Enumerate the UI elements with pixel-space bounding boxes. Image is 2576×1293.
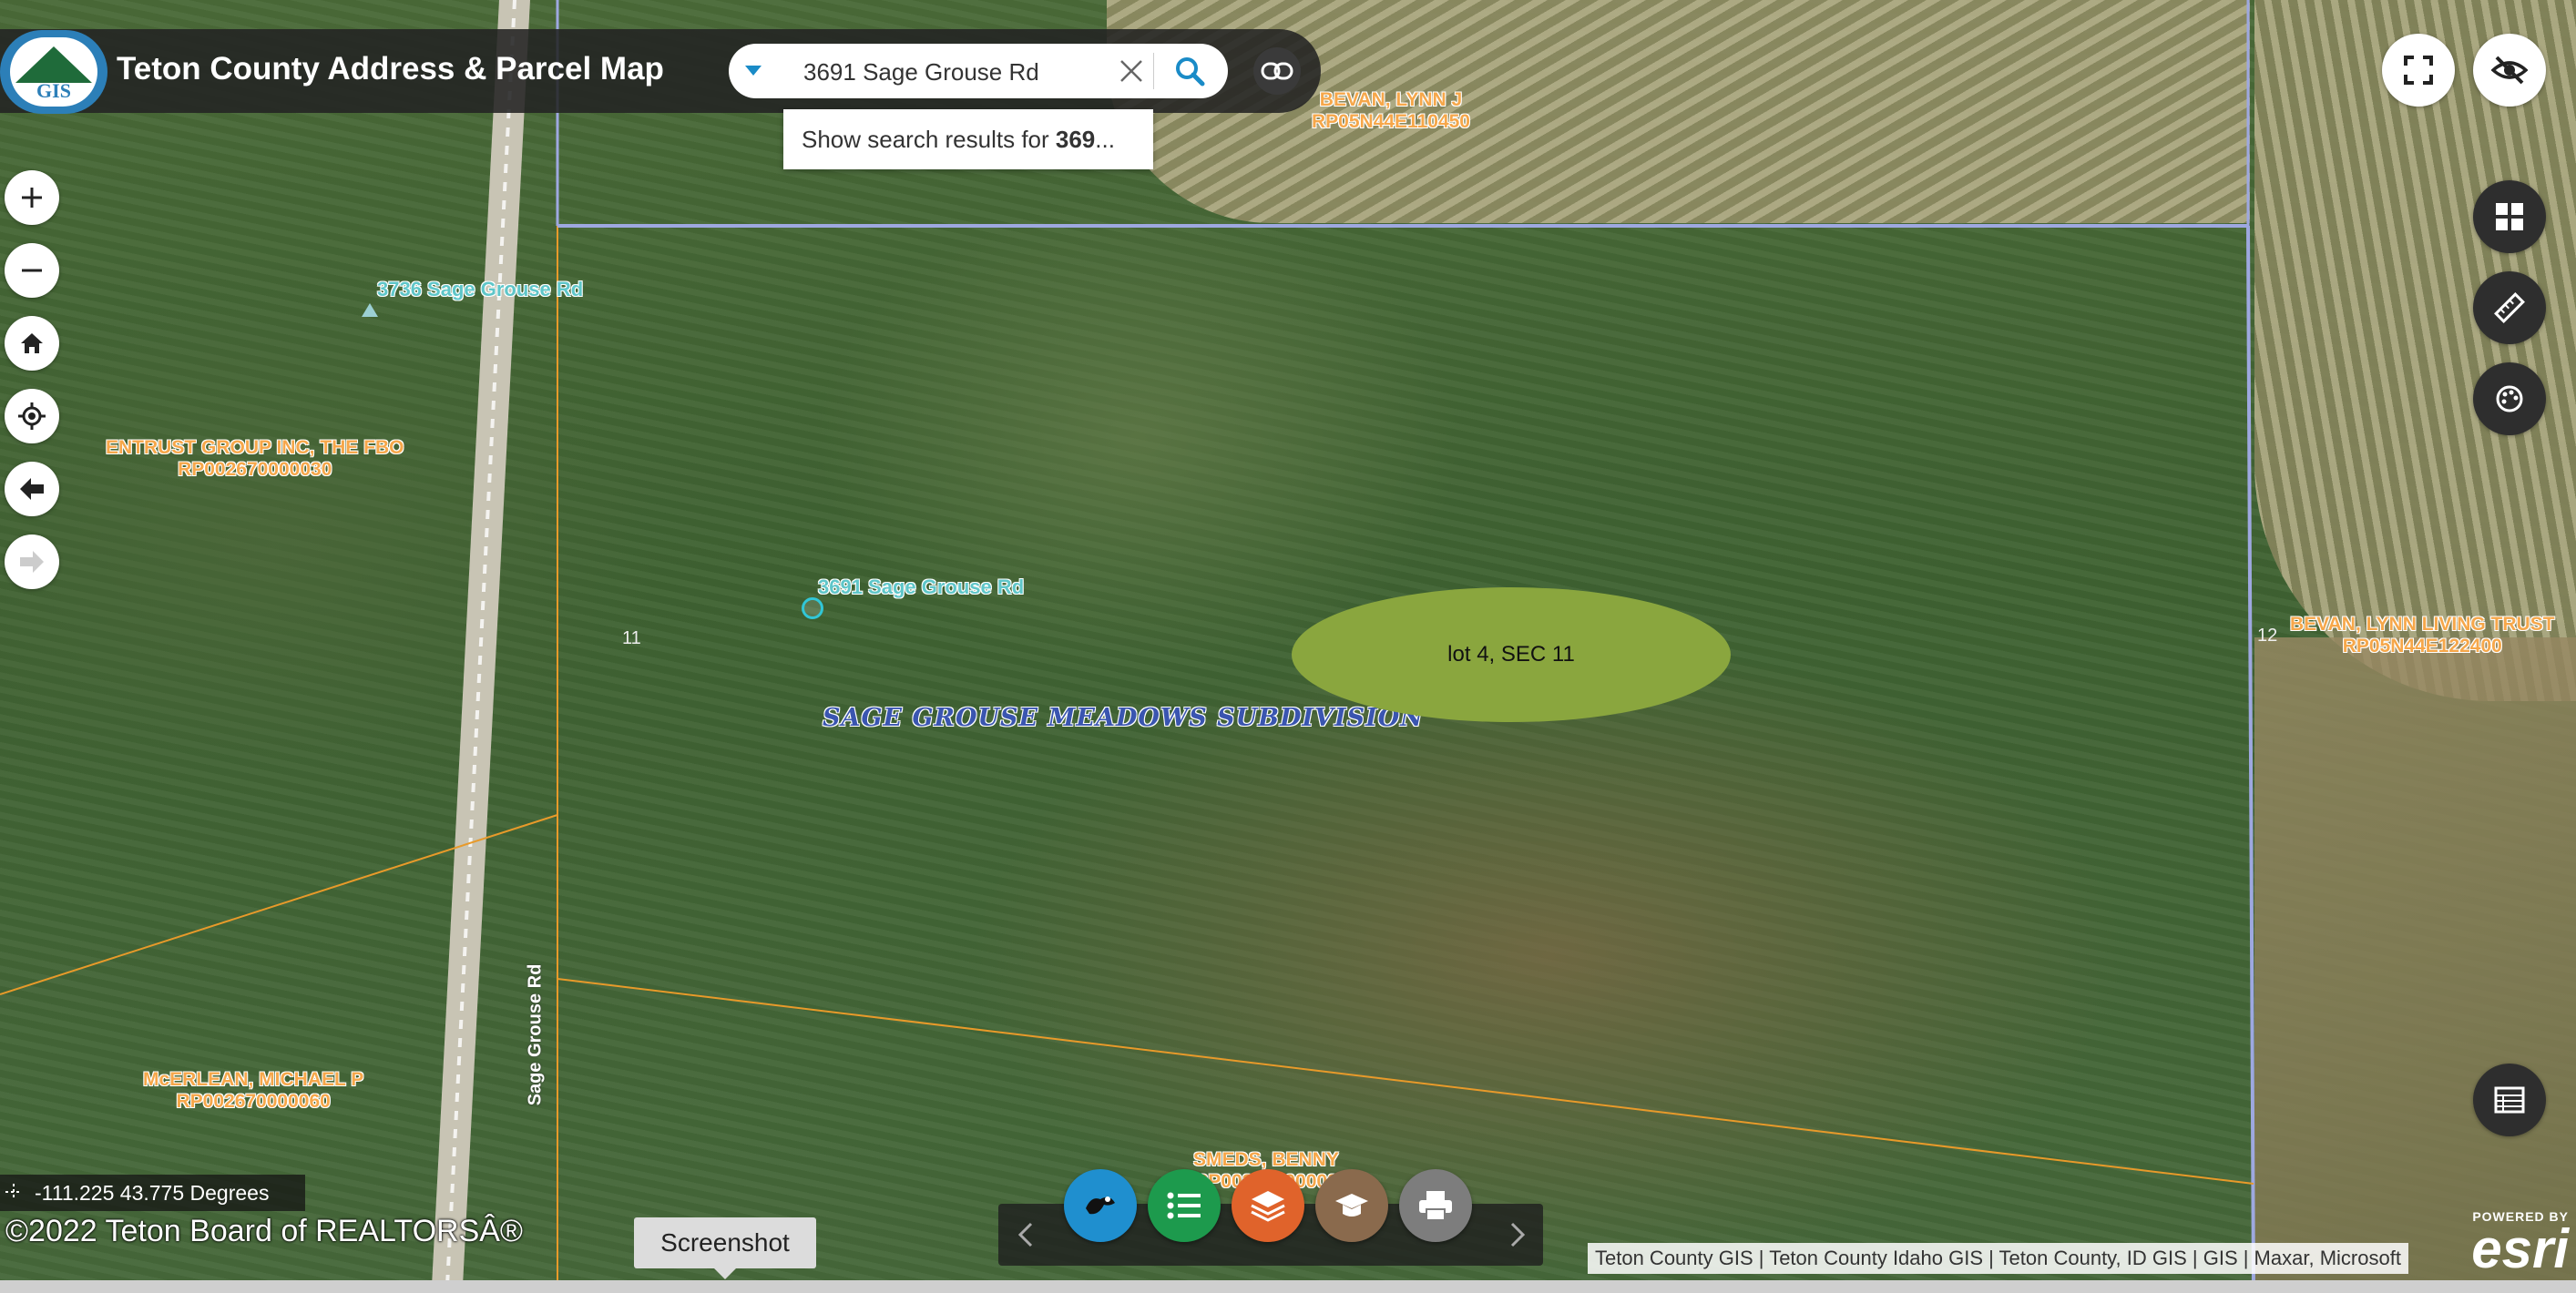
layers-icon <box>1251 1191 1285 1222</box>
link-icon <box>1261 62 1293 80</box>
section-label: 11 <box>622 628 641 648</box>
graduation-cap-icon <box>1335 1194 1368 1217</box>
legend-icon <box>1167 1192 1201 1219</box>
draw-button[interactable] <box>2473 362 2546 435</box>
coordinate-text: -111.225 43.775 Degrees <box>35 1180 270 1205</box>
toolbar-next-button[interactable] <box>1494 1204 1541 1266</box>
owner-name: BEVAN, LYNN J <box>1319 89 1463 110</box>
basemap-gallery-button[interactable] <box>1064 1169 1137 1242</box>
address-point-marker[interactable] <box>362 303 378 317</box>
share-link-button[interactable] <box>1253 47 1301 95</box>
chevron-right-icon <box>1510 1222 1525 1247</box>
lot-annotation[interactable]: lot 4, SEC 11 <box>1292 587 1731 722</box>
grid-icon <box>2496 203 2523 230</box>
search-input[interactable] <box>802 49 1115 95</box>
search-button[interactable] <box>1160 46 1219 97</box>
owner-name: ENTRUST GROUP INC, THE FBO <box>106 437 404 458</box>
caret-down-icon <box>745 66 762 76</box>
address-label: 3736 Sage Grouse Rd <box>377 278 584 300</box>
search-divider <box>1153 53 1154 89</box>
crosshair-icon <box>5 1184 22 1200</box>
toolbar-prev-button[interactable] <box>1002 1204 1049 1266</box>
screenshot-tooltip: Screenshot <box>634 1217 816 1279</box>
basemap-gallery-icon <box>1086 1196 1115 1215</box>
map-attribution: Teton County GIS | Teton County Idaho GI… <box>1588 1243 2408 1274</box>
lot-label: lot 4, SEC 11 <box>1447 642 1575 667</box>
eye-off-icon <box>2491 56 2528 85</box>
education-button[interactable] <box>1315 1169 1388 1242</box>
suggestion-prefix: Show search results for <box>802 125 1056 153</box>
chevron-left-icon <box>1018 1222 1033 1247</box>
map-view[interactable]: 3736 Sage Grouse Rd 3691 Sage Grouse Rd … <box>0 0 2576 1293</box>
minus-icon <box>22 269 42 272</box>
section-label: 12 <box>2257 626 2278 646</box>
attribute-table-button[interactable] <box>2473 1064 2546 1136</box>
print-icon <box>1419 1191 1452 1221</box>
owner-parcel: RP002670000060 <box>176 1091 331 1112</box>
locate-button[interactable] <box>5 389 59 443</box>
owner-name: SMEDS, BENNY <box>1193 1149 1339 1170</box>
layers-button[interactable] <box>1232 1169 1304 1242</box>
arrow-right-icon <box>20 551 44 573</box>
next-extent-button[interactable] <box>5 535 59 589</box>
road-label: Sage Grouse Rd <box>525 963 546 1106</box>
home-button[interactable] <box>5 316 59 371</box>
app-title: Teton County Address & Parcel Map <box>117 51 664 87</box>
owner-name: BEVAN, LYNN LIVING TRUST <box>2290 614 2555 635</box>
fullscreen-icon <box>2404 56 2433 85</box>
parcel-lines <box>0 0 2255 1293</box>
previous-extent-button[interactable] <box>5 462 59 516</box>
search-source-dropdown[interactable] <box>734 44 772 98</box>
owner-label: ENTRUST GROUP INC, THE FBO RP00267000003… <box>106 437 404 481</box>
copyright-text: ©2022 Teton Board of REALTORSÂ® <box>5 1214 523 1248</box>
plus-icon <box>22 188 42 208</box>
arrow-left-icon <box>20 478 44 500</box>
home-icon <box>21 333 43 353</box>
fullscreen-button[interactable] <box>2382 34 2455 107</box>
palette-icon <box>2496 385 2523 412</box>
esri-brand-text: esri <box>2471 1218 2569 1279</box>
search-icon <box>1176 57 1205 87</box>
legend-button[interactable] <box>1148 1169 1221 1242</box>
close-icon <box>1120 60 1142 82</box>
zoom-out-button[interactable] <box>5 243 59 298</box>
print-button[interactable] <box>1399 1169 1472 1242</box>
search-suggestion[interactable]: Show search results for 369... <box>783 109 1153 169</box>
address-label: 3691 Sage Grouse Rd <box>818 575 1025 598</box>
app-logo[interactable]: GIS <box>0 30 107 114</box>
coordinate-readout: -111.225 43.775 Degrees <box>0 1175 305 1211</box>
locate-icon <box>18 402 46 430</box>
ruler-icon <box>2494 292 2525 323</box>
measure-button[interactable] <box>2473 271 2546 344</box>
toggle-visibility-button[interactable] <box>2473 34 2546 107</box>
selected-address-marker[interactable] <box>802 597 823 619</box>
widget-launcher-button[interactable] <box>2473 180 2546 253</box>
suggestion-term: 369 <box>1055 125 1096 153</box>
owner-name: McERLEAN, MICHAEL P <box>143 1069 364 1090</box>
clear-search-button[interactable] <box>1113 46 1150 97</box>
gis-logo-icon: GIS <box>10 37 97 107</box>
owner-label: McERLEAN, MICHAEL P RP002670000060 <box>143 1069 363 1113</box>
owner-parcel: RP002670000030 <box>178 459 332 480</box>
owner-label: BEVAN, LYNN LIVING TRUST RP05N44E122400 <box>2290 614 2555 657</box>
browser-bottom-strip <box>0 1280 2576 1293</box>
owner-parcel: RP05N44E110450 <box>1312 111 1470 132</box>
owner-label: BEVAN, LYNN J RP05N44E110450 <box>1312 89 1470 133</box>
logo-text: GIS <box>36 79 71 102</box>
subdivision-label: SAGE GROUSE MEADOWS SUBDIVISION <box>823 704 1424 732</box>
esri-logo[interactable]: POWERED BY esri <box>2459 1209 2569 1279</box>
suggestion-suffix: ... <box>1095 125 1115 153</box>
table-icon <box>2494 1086 2525 1114</box>
zoom-in-button[interactable] <box>5 170 59 225</box>
owner-parcel: RP05N44E122400 <box>2342 636 2502 657</box>
